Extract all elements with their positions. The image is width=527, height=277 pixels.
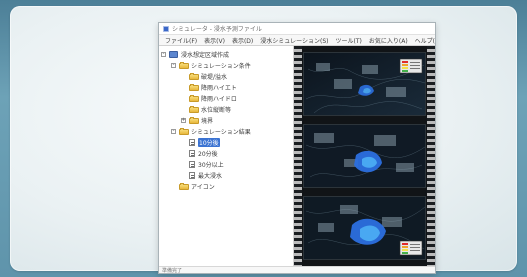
flood-map-preview-3 — [304, 197, 425, 259]
tree-item[interactable]: 30分以上 — [159, 159, 293, 170]
menu-file[interactable]: ファイル(F) — [165, 36, 197, 45]
folder-icon — [189, 116, 199, 124]
tree-item[interactable]: + 境界 — [159, 115, 293, 126]
film-perforation-right — [427, 46, 435, 266]
tree-item-label: 20分後 — [198, 151, 218, 158]
tree-item[interactable]: アイコン — [159, 181, 293, 192]
tree-item-label: シミュレーション条件 — [191, 63, 251, 70]
tree-item[interactable]: - 浸水想定区域作成 — [159, 49, 293, 60]
content-panel: シミュレータ - 浸水予測ファイル ファイル(F) 表示(V) 表示(D) 浸水… — [10, 6, 517, 274]
folder-icon — [189, 72, 199, 80]
tree-item[interactable]: - シミュレーション条件 — [159, 60, 293, 71]
folder-icon — [189, 94, 199, 102]
expand-icon[interactable]: + — [181, 118, 186, 123]
tree-item-label: 10分後 — [198, 138, 220, 147]
map-frame-1 — [303, 52, 426, 116]
application-window: シミュレータ - 浸水予測ファイル ファイル(F) 表示(V) 表示(D) 浸水… — [158, 22, 436, 274]
application-icon — [163, 25, 169, 32]
screenshot-background: シミュレータ - 浸水予測ファイル ファイル(F) 表示(V) 表示(D) 浸水… — [0, 0, 527, 277]
doc-icon — [189, 161, 195, 168]
folder-icon — [189, 83, 199, 91]
flood-map-preview-2 — [304, 125, 425, 187]
menu-simulation[interactable]: 浸水シミュレーション(S) — [260, 36, 328, 45]
tree-item[interactable]: 20分後 — [159, 148, 293, 159]
menu-favorites[interactable]: お気に入り(A) — [369, 36, 408, 45]
tree-item[interactable]: 最大浸水 — [159, 170, 293, 181]
map-frame-2 — [303, 124, 426, 188]
tree-item-label: アイコン — [191, 184, 215, 191]
collapse-icon[interactable]: - — [171, 129, 176, 134]
doc-icon — [189, 139, 195, 146]
navigation-tree[interactable]: - 浸水想定区域作成 - シミュレーション条件 破堤/溢水 降雨ハイエト 降雨ハイドロ 水位縦… — [159, 46, 294, 266]
tree-item-label: 境界 — [201, 118, 214, 125]
tree-item-label: 浸水想定区域作成 — [181, 52, 230, 59]
menu-bar: ファイル(F) 表示(V) 表示(D) 浸水シミュレーション(S) ツール(T)… — [159, 35, 435, 46]
tree-item[interactable]: 破堤/溢水 — [159, 71, 293, 82]
menu-display[interactable]: 表示(D) — [232, 36, 253, 45]
tree-item-label: 水位縦断等 — [201, 107, 232, 114]
content-area: - 浸水想定区域作成 - シミュレーション条件 破堤/溢水 降雨ハイエト 降雨ハイドロ 水位縦… — [159, 46, 435, 273]
doc-icon — [189, 172, 195, 179]
menu-tools[interactable]: ツール(T) — [336, 36, 362, 45]
tree-item[interactable]: - シミュレーション結果 — [159, 126, 293, 137]
tree-item-label: 最大浸水 — [198, 173, 223, 180]
status-bar: 準備完了 — [159, 266, 435, 273]
folder-icon — [189, 105, 199, 113]
menu-view[interactable]: 表示(V) — [204, 36, 225, 45]
root-icon — [169, 51, 178, 58]
tree-item[interactable]: 水位縦断等 — [159, 104, 293, 115]
window-title: シミュレータ - 浸水予測ファイル — [172, 26, 262, 33]
collapse-icon[interactable]: - — [171, 63, 176, 68]
folder-icon — [179, 127, 189, 135]
tree-item-label: 30分以上 — [198, 162, 224, 169]
folder-icon — [179, 61, 189, 69]
status-text: 準備完了 — [162, 267, 183, 274]
tree-item-label: 破堤/溢水 — [201, 74, 228, 81]
tree-item[interactable]: 降雨ハイエト — [159, 82, 293, 93]
map-frame-3 — [303, 196, 426, 260]
tree-item-label: シミュレーション結果 — [191, 129, 251, 136]
flood-map-preview-1 — [304, 53, 425, 115]
collapse-icon[interactable]: - — [161, 52, 166, 57]
title-bar: シミュレータ - 浸水予測ファイル — [159, 23, 435, 35]
menu-help[interactable]: ヘルプ(H) — [415, 36, 435, 45]
folder-icon — [179, 182, 189, 190]
map-preview-filmstrip — [294, 46, 435, 266]
tree-item[interactable]: 降雨ハイドロ — [159, 93, 293, 104]
doc-icon — [189, 150, 195, 157]
film-perforation-left — [294, 46, 302, 266]
tree-item[interactable]: 10分後 — [159, 137, 293, 148]
tree-item-label: 降雨ハイドロ — [201, 96, 237, 103]
tree-item-label: 降雨ハイエト — [201, 85, 237, 92]
